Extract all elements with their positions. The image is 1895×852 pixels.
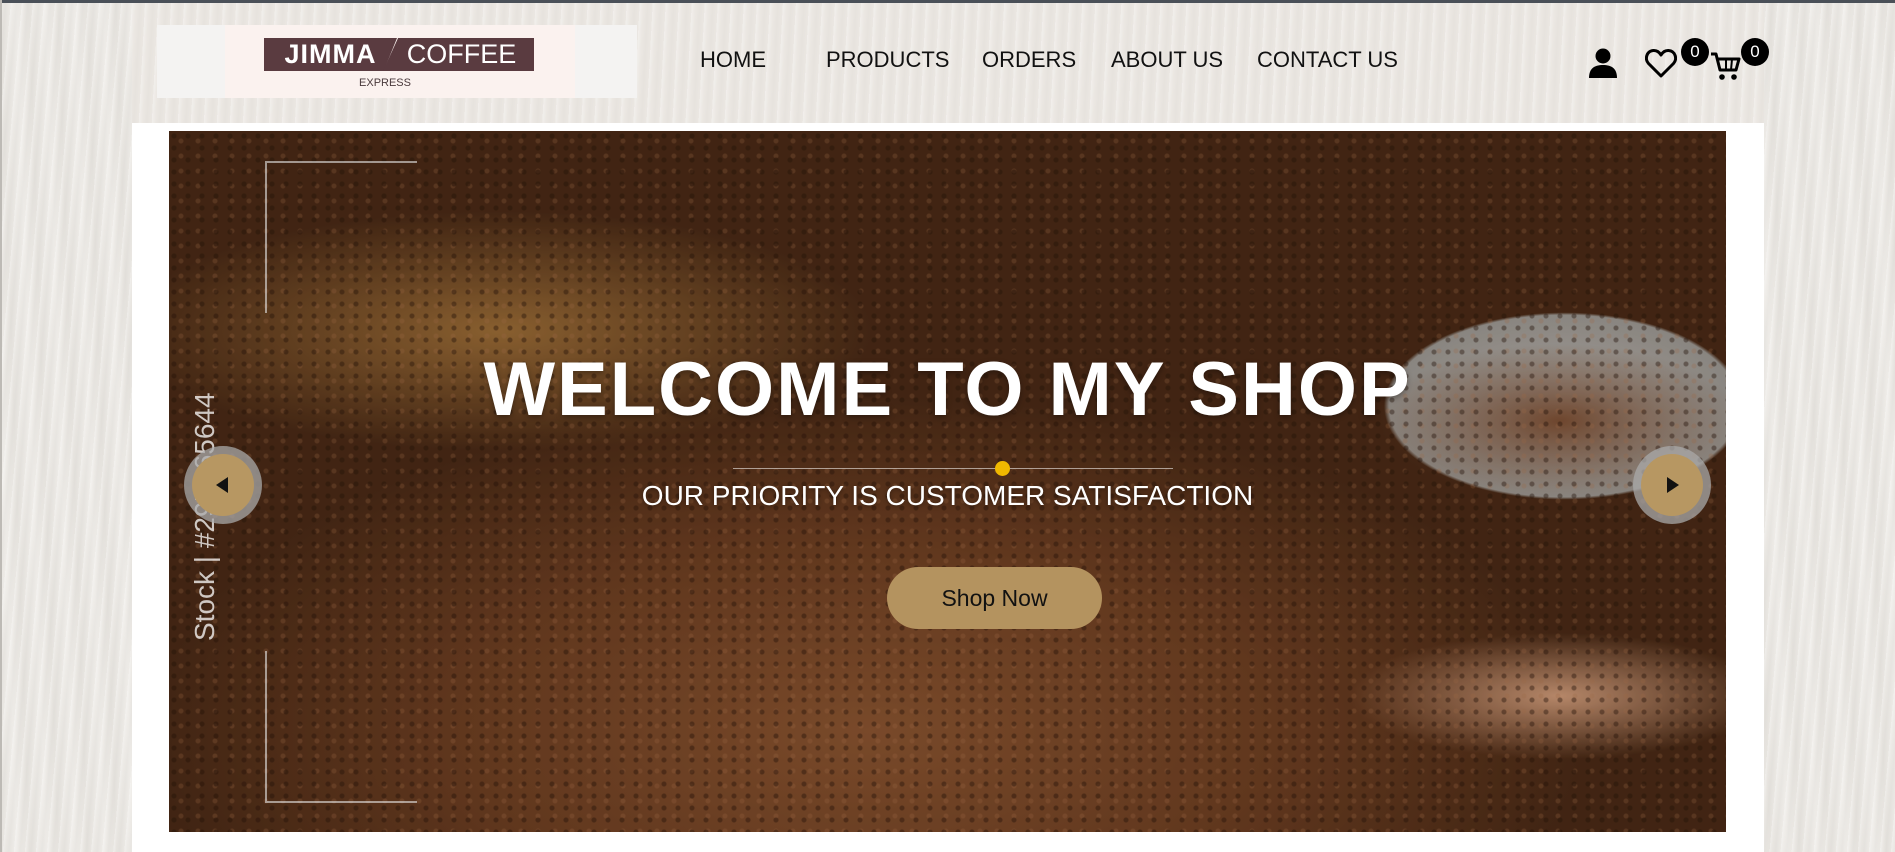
cart-count-badge: 0 [1741, 38, 1769, 66]
hero-subtitle: OUR PRIORITY IS CUSTOMER SATISFACTION [641, 480, 1254, 511]
logo-word-jimma: JIMMA [264, 38, 397, 71]
frame-corner-bottom-left [265, 651, 417, 803]
site-header: JIMMA COFFEE EXPRESS HOME PRODUCTS ORDER… [132, 3, 1769, 123]
nav-about-us[interactable]: ABOUT US [1111, 47, 1223, 73]
heart-icon[interactable] [1644, 48, 1678, 83]
window-left-border [0, 0, 2, 852]
nav-products[interactable]: PRODUCTS [826, 47, 949, 73]
divider-dot [995, 461, 1010, 476]
shop-now-button[interactable]: Shop Now [887, 567, 1102, 629]
cart-icon[interactable] [1710, 51, 1742, 86]
logo-tagline: EXPRESS [359, 77, 411, 89]
logo-word-coffee: COFFEE [383, 38, 534, 71]
hero-title: WELCOME TO MY SHOP [483, 347, 1412, 432]
triangle-left-icon [216, 477, 228, 493]
nav-home[interactable]: HOME [700, 47, 766, 73]
wishlist-count-badge: 0 [1681, 38, 1709, 66]
carousel-next-button[interactable] [1633, 446, 1711, 524]
page-container: JIMMA COFFEE EXPRESS HOME PRODUCTS ORDER… [132, 3, 1769, 852]
logo-badge: JIMMA COFFEE EXPRESS [225, 25, 575, 98]
hero-divider [733, 468, 1173, 469]
nav-orders[interactable]: ORDERS [982, 47, 1076, 73]
user-icon[interactable] [1588, 47, 1618, 84]
frame-corner-top-left [265, 161, 417, 313]
logo[interactable]: JIMMA COFFEE EXPRESS [157, 25, 637, 98]
nav-contact-us[interactable]: CONTACT US [1257, 47, 1398, 73]
hero-banner: Stock | #297665644 WELCOME TO MY SHOP OU… [169, 131, 1726, 832]
triangle-right-icon [1667, 477, 1679, 493]
carousel-prev-button[interactable] [184, 446, 262, 524]
